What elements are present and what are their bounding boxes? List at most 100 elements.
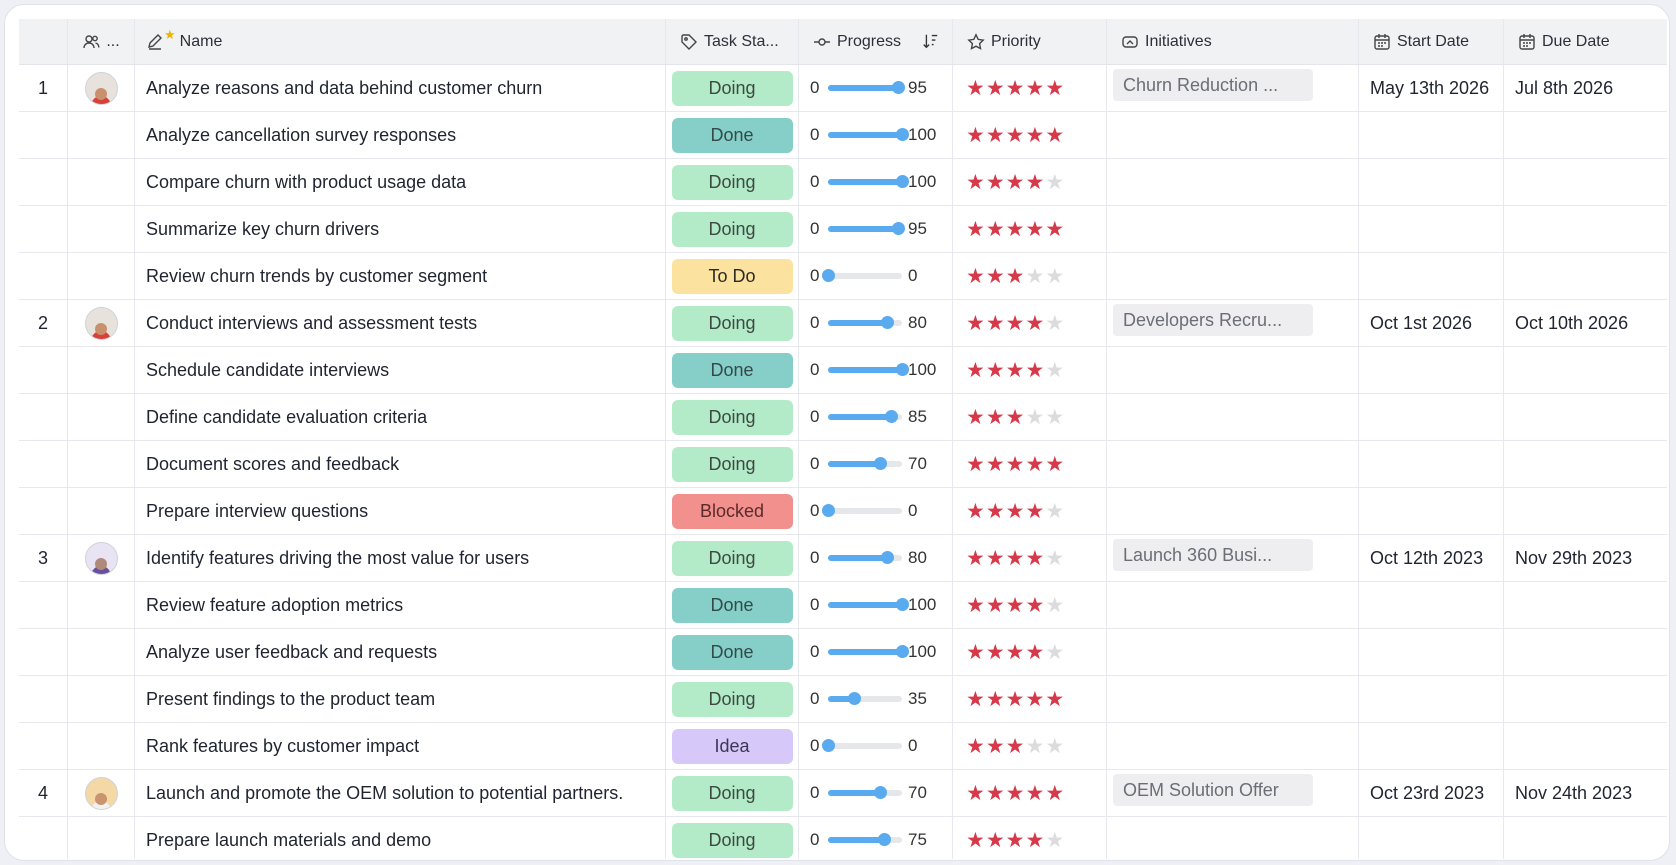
sort-descending-icon[interactable]: [921, 32, 941, 52]
task-name[interactable]: Prepare interview questions: [135, 488, 666, 534]
due-date-cell[interactable]: [1504, 676, 1667, 722]
assignee-cell[interactable]: [68, 300, 135, 346]
start-date-cell[interactable]: [1359, 441, 1504, 487]
task-name[interactable]: Rank features by customer impact: [135, 723, 666, 769]
task-status-cell[interactable]: Doing: [666, 535, 799, 581]
progress-handle[interactable]: [896, 175, 909, 188]
priority-star-icon[interactable]: ★: [966, 454, 985, 475]
task-status-cell[interactable]: Done: [666, 629, 799, 675]
start-date-cell[interactable]: [1359, 206, 1504, 252]
start-date-cell[interactable]: [1359, 112, 1504, 158]
priority-star-icon[interactable]: ★: [1025, 407, 1044, 428]
progress-handle[interactable]: [892, 222, 906, 235]
priority-star-icon[interactable]: ★: [1006, 642, 1025, 663]
task-name[interactable]: Identify features driving the most value…: [135, 535, 666, 581]
task-name[interactable]: Summarize key churn drivers: [135, 206, 666, 252]
assignee-cell[interactable]: [68, 112, 135, 158]
progress-slider[interactable]: [822, 739, 902, 752]
name-header[interactable]: ★ Name: [135, 19, 666, 64]
priority-rating[interactable]: ★ ★ ★ ★ ★: [953, 300, 1107, 346]
priority-rating[interactable]: ★ ★ ★ ★ ★: [953, 394, 1107, 440]
due-date-cell[interactable]: Jul 8th 2026: [1504, 65, 1667, 111]
priority-star-icon[interactable]: ★: [1025, 172, 1044, 193]
avatar[interactable]: [84, 776, 118, 810]
status-badge[interactable]: Doing: [671, 540, 793, 576]
progress-cell[interactable]: 0 100: [799, 629, 953, 675]
priority-star-icon[interactable]: ★: [1006, 407, 1025, 428]
priority-rating[interactable]: ★ ★ ★ ★ ★: [953, 253, 1107, 299]
task-status-cell[interactable]: Blocked: [666, 488, 799, 534]
priority-star-icon[interactable]: ★: [1025, 642, 1044, 663]
priority-rating[interactable]: ★ ★ ★ ★ ★: [953, 723, 1107, 769]
priority-rating[interactable]: ★ ★ ★ ★ ★: [953, 159, 1107, 205]
priority-star-icon[interactable]: ★: [986, 830, 1005, 851]
assignee-cell[interactable]: [68, 65, 135, 111]
assignee-header[interactable]: ...: [68, 19, 135, 64]
due-date-header[interactable]: Due Date: [1504, 19, 1667, 64]
assignee-cell[interactable]: [68, 347, 135, 393]
priority-rating[interactable]: ★ ★ ★ ★ ★: [953, 676, 1107, 722]
priority-star-icon[interactable]: ★: [1025, 454, 1044, 475]
priority-header[interactable]: Priority: [953, 19, 1107, 64]
progress-cell[interactable]: 0 0: [799, 253, 953, 299]
progress-handle[interactable]: [884, 410, 898, 423]
due-date-cell[interactable]: Nov 24th 2023: [1504, 770, 1667, 816]
initiative-cell[interactable]: Churn Reduction ...: [1107, 65, 1359, 111]
progress-slider[interactable]: [828, 833, 902, 846]
assignee-cell[interactable]: [68, 394, 135, 440]
table-row[interactable]: Prepare interview questions Blocked 0 0 …: [19, 488, 1667, 535]
start-date-cell[interactable]: [1359, 723, 1504, 769]
progress-cell[interactable]: 0 0: [799, 723, 953, 769]
start-date-cell[interactable]: [1359, 347, 1504, 393]
priority-star-icon[interactable]: ★: [986, 407, 1005, 428]
assignee-cell[interactable]: [68, 629, 135, 675]
assignee-cell[interactable]: [68, 582, 135, 628]
initiative-cell[interactable]: [1107, 582, 1359, 628]
task-status-cell[interactable]: Doing: [666, 206, 799, 252]
progress-slider[interactable]: [828, 410, 902, 423]
priority-star-icon[interactable]: ★: [1045, 313, 1064, 334]
progress-cell[interactable]: 0 35: [799, 676, 953, 722]
progress-cell[interactable]: 0 0: [799, 488, 953, 534]
initiative-cell[interactable]: [1107, 629, 1359, 675]
task-name[interactable]: Compare churn with product usage data: [135, 159, 666, 205]
priority-star-icon[interactable]: ★: [1045, 407, 1064, 428]
table-row[interactable]: Review churn trends by customer segment …: [19, 253, 1667, 300]
priority-star-icon[interactable]: ★: [986, 172, 1005, 193]
priority-star-icon[interactable]: ★: [966, 125, 985, 146]
priority-star-icon[interactable]: ★: [1045, 595, 1064, 616]
task-status-cell[interactable]: Doing: [666, 817, 799, 859]
status-badge[interactable]: Doing: [671, 775, 793, 811]
progress-slider[interactable]: [822, 269, 902, 282]
progress-handle[interactable]: [896, 363, 909, 376]
priority-star-icon[interactable]: ★: [1006, 595, 1025, 616]
priority-star-icon[interactable]: ★: [1045, 360, 1064, 381]
progress-slider[interactable]: [828, 128, 909, 141]
priority-star-icon[interactable]: ★: [986, 125, 1005, 146]
status-badge[interactable]: Done: [671, 117, 793, 153]
initiative-cell[interactable]: [1107, 817, 1359, 859]
start-date-cell[interactable]: [1359, 253, 1504, 299]
assignee-cell[interactable]: [68, 159, 135, 205]
progress-handle[interactable]: [896, 128, 909, 141]
priority-star-icon[interactable]: ★: [1045, 172, 1064, 193]
start-date-cell[interactable]: [1359, 676, 1504, 722]
progress-slider[interactable]: [828, 551, 902, 564]
due-date-cell[interactable]: [1504, 347, 1667, 393]
priority-star-icon[interactable]: ★: [986, 313, 1005, 334]
priority-star-icon[interactable]: ★: [986, 501, 1005, 522]
status-badge[interactable]: Idea: [671, 728, 793, 764]
progress-cell[interactable]: 0 80: [799, 300, 953, 346]
priority-star-icon[interactable]: ★: [986, 219, 1005, 240]
priority-star-icon[interactable]: ★: [986, 266, 1005, 287]
status-badge[interactable]: Done: [671, 634, 793, 670]
priority-star-icon[interactable]: ★: [1045, 125, 1064, 146]
progress-slider[interactable]: [828, 598, 909, 611]
priority-star-icon[interactable]: ★: [1045, 736, 1064, 757]
progress-slider[interactable]: [828, 222, 906, 235]
progress-slider[interactable]: [828, 81, 906, 94]
priority-rating[interactable]: ★ ★ ★ ★ ★: [953, 770, 1107, 816]
status-badge[interactable]: Doing: [671, 446, 793, 482]
task-name[interactable]: Present findings to the product team: [135, 676, 666, 722]
progress-slider[interactable]: [828, 175, 909, 188]
